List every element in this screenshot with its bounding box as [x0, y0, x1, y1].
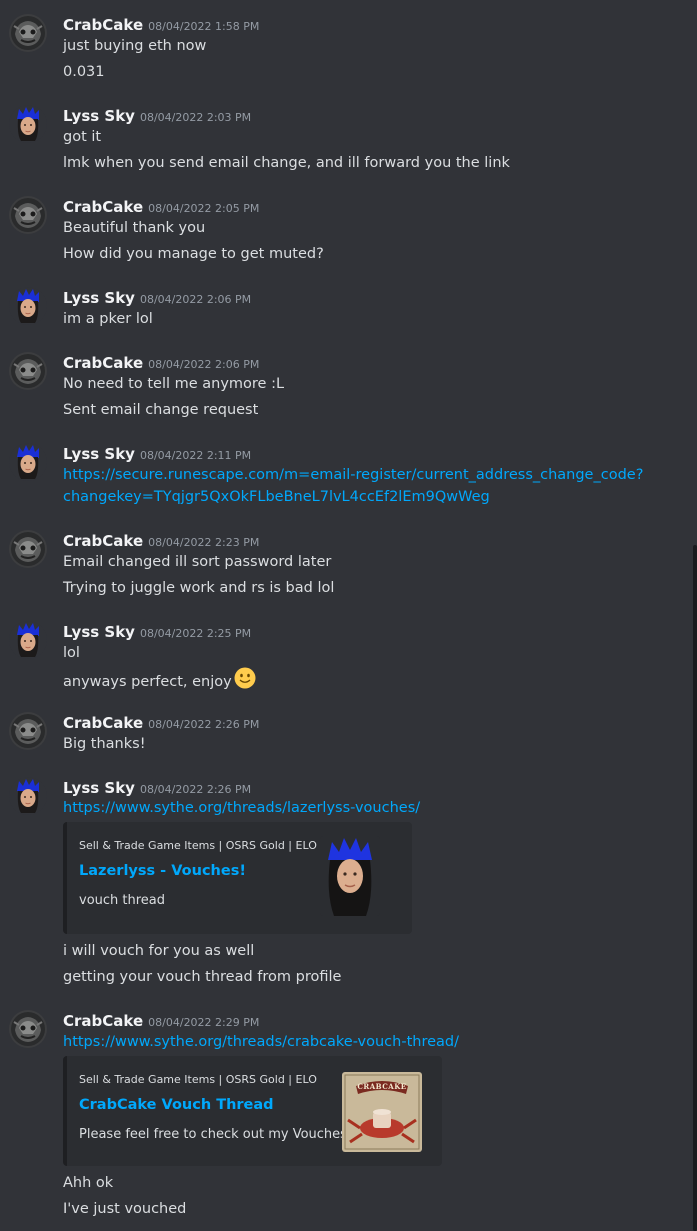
timestamp: 08/04/2022 1:58 PM: [148, 20, 260, 33]
link-embed: Sell & Trade Game Items | OSRS Gold | EL…: [63, 1056, 442, 1166]
message-text-content: got it: [63, 129, 102, 145]
timestamp: 08/04/2022 2:29 PM: [148, 1016, 260, 1029]
lyss-avatar[interactable]: [9, 287, 47, 325]
embed-description: Please feel free to check out my Vouches…: [79, 1127, 353, 1142]
author-name[interactable]: CrabCake: [63, 1012, 143, 1030]
message-header: Lyss Sky 08/04/2022 2:03 PM: [63, 106, 251, 125]
message-header: Lyss Sky 08/04/2022 2:26 PM: [63, 778, 251, 797]
message-header: CrabCake 08/04/2022 2:06 PM: [63, 353, 259, 372]
crabcake-avatar[interactable]: [9, 196, 47, 234]
message-text: Beautiful thank you: [63, 220, 205, 236]
message-header: Lyss Sky 08/04/2022 2:11 PM: [63, 444, 251, 463]
timestamp: 08/04/2022 2:03 PM: [139, 111, 252, 124]
author-name[interactable]: CrabCake: [63, 16, 143, 34]
lyss-character-thumbnail[interactable]: [320, 836, 380, 916]
message-text-content: anyways perfect, enjoy: [63, 674, 232, 690]
timestamp: 08/04/2022 2:06 PM: [148, 358, 260, 371]
embed-provider: Sell & Trade Game Items | OSRS Gold | EL…: [79, 1073, 317, 1086]
message-link[interactable]: https://secure.runescape.com/m=email-reg…: [63, 467, 643, 483]
message-text-content: 0.031: [63, 64, 105, 80]
message-text: im a pker lol: [63, 311, 153, 327]
embed-title[interactable]: Lazerlyss - Vouches!: [79, 863, 246, 879]
timestamp: 08/04/2022 2:26 PM: [148, 718, 260, 731]
message-text-content: Trying to juggle work and rs is bad lol: [63, 580, 335, 596]
crabcake-avatar[interactable]: [9, 14, 47, 52]
embed-provider: Sell & Trade Game Items | OSRS Gold | EL…: [79, 839, 317, 852]
message-text-content: just buying eth now: [63, 38, 207, 54]
message-link[interactable]: https://www.sythe.org/threads/lazerlyss-…: [63, 800, 420, 816]
message-text: Sent email change request: [63, 402, 258, 418]
message-link[interactable]: https://www.sythe.org/threads/crabcake-v…: [63, 1034, 459, 1050]
message-text: anyways perfect, enjoy: [63, 667, 256, 693]
message-text-content: Beautiful thank you: [63, 220, 206, 236]
message-header: CrabCake 08/04/2022 1:58 PM: [63, 15, 259, 34]
embed-description: vouch thread: [79, 893, 166, 908]
message-text-content: i will vouch for you as well: [63, 943, 255, 959]
message-text: Email changed ill sort password later: [63, 554, 331, 570]
author-name[interactable]: Lyss Sky: [63, 445, 135, 463]
message-text: 0.031: [63, 64, 105, 80]
message-link[interactable]: changekey=TYqjgr5QxOkFLbeBneL7lvL4ccEf2l…: [63, 489, 490, 505]
message-text-content: im a pker lol: [63, 311, 153, 327]
crabcake-avatar[interactable]: [9, 352, 47, 390]
message-text-content: Email changed ill sort password later: [63, 554, 332, 570]
message-text: Trying to juggle work and rs is bad lol: [63, 580, 334, 596]
message-header: CrabCake 08/04/2022 2:26 PM: [63, 713, 259, 732]
timestamp: 08/04/2022 2:26 PM: [139, 783, 252, 796]
message-text: just buying eth now: [63, 38, 206, 54]
author-name[interactable]: CrabCake: [63, 354, 143, 372]
lyss-avatar[interactable]: [9, 105, 47, 143]
message-text: lmk when you send email change, and ill …: [63, 155, 510, 171]
message-header: Lyss Sky 08/04/2022 2:06 PM: [63, 288, 251, 307]
timestamp: 08/04/2022 2:11 PM: [139, 449, 252, 462]
message-text-content: Ahh ok: [63, 1175, 114, 1191]
timestamp: 08/04/2022 2:25 PM: [139, 627, 252, 640]
timestamp: 08/04/2022 2:23 PM: [148, 536, 260, 549]
embed-title[interactable]: CrabCake Vouch Thread: [79, 1097, 274, 1113]
author-name[interactable]: Lyss Sky: [63, 289, 135, 307]
lyss-avatar[interactable]: [9, 621, 47, 659]
message-text: How did you manage to get muted?: [63, 246, 324, 262]
message-header: Lyss Sky 08/04/2022 2:25 PM: [63, 622, 251, 641]
message-header: CrabCake 08/04/2022 2:23 PM: [63, 531, 259, 550]
lyss-avatar[interactable]: [9, 777, 47, 815]
lyss-avatar[interactable]: [9, 443, 47, 481]
crabcake-avatar[interactable]: [9, 712, 47, 750]
message-header: CrabCake 08/04/2022 2:29 PM: [63, 1011, 259, 1030]
message-text-content: lol: [63, 645, 80, 661]
author-name[interactable]: Lyss Sky: [63, 107, 135, 125]
author-name[interactable]: CrabCake: [63, 714, 143, 732]
link-embed: Sell & Trade Game Items | OSRS Gold | EL…: [63, 822, 412, 934]
author-name[interactable]: CrabCake: [63, 532, 143, 550]
author-name[interactable]: Lyss Sky: [63, 779, 135, 797]
message-text-content: No need to tell me anymore :L: [63, 376, 285, 392]
message-text: I've just vouched: [63, 1201, 186, 1217]
timestamp: 08/04/2022 2:06 PM: [139, 293, 252, 306]
slightly-smiling-face-emoji: [234, 667, 256, 693]
scrollbar[interactable]: [693, 545, 697, 1231]
thumbnail-label: CRABCAKE: [357, 1082, 407, 1091]
message-text: got it: [63, 129, 101, 145]
message-text: No need to tell me anymore :L: [63, 376, 284, 392]
message-text-content: getting your vouch thread from profile: [63, 969, 342, 985]
timestamp: 08/04/2022 2:05 PM: [148, 202, 260, 215]
author-name[interactable]: Lyss Sky: [63, 623, 135, 641]
author-name[interactable]: CrabCake: [63, 198, 143, 216]
message-text-content: Sent email change request: [63, 402, 259, 418]
crabcake-avatar[interactable]: [9, 530, 47, 568]
message-text: lol: [63, 645, 80, 661]
message-text: getting your vouch thread from profile: [63, 969, 341, 985]
message-text: i will vouch for you as well: [63, 943, 254, 959]
message-text: Big thanks!: [63, 736, 146, 752]
message-text-content: Big thanks!: [63, 736, 146, 752]
message-text-content: How did you manage to get muted?: [63, 246, 324, 262]
crabcake-thumbnail[interactable]: CRABCAKE: [342, 1072, 422, 1152]
message-header: CrabCake 08/04/2022 2:05 PM: [63, 197, 259, 216]
message-text: Ahh ok: [63, 1175, 113, 1191]
message-text-content: I've just vouched: [63, 1201, 187, 1217]
message-text-content: lmk when you send email change, and ill …: [63, 155, 510, 171]
crabcake-avatar[interactable]: [9, 1010, 47, 1048]
